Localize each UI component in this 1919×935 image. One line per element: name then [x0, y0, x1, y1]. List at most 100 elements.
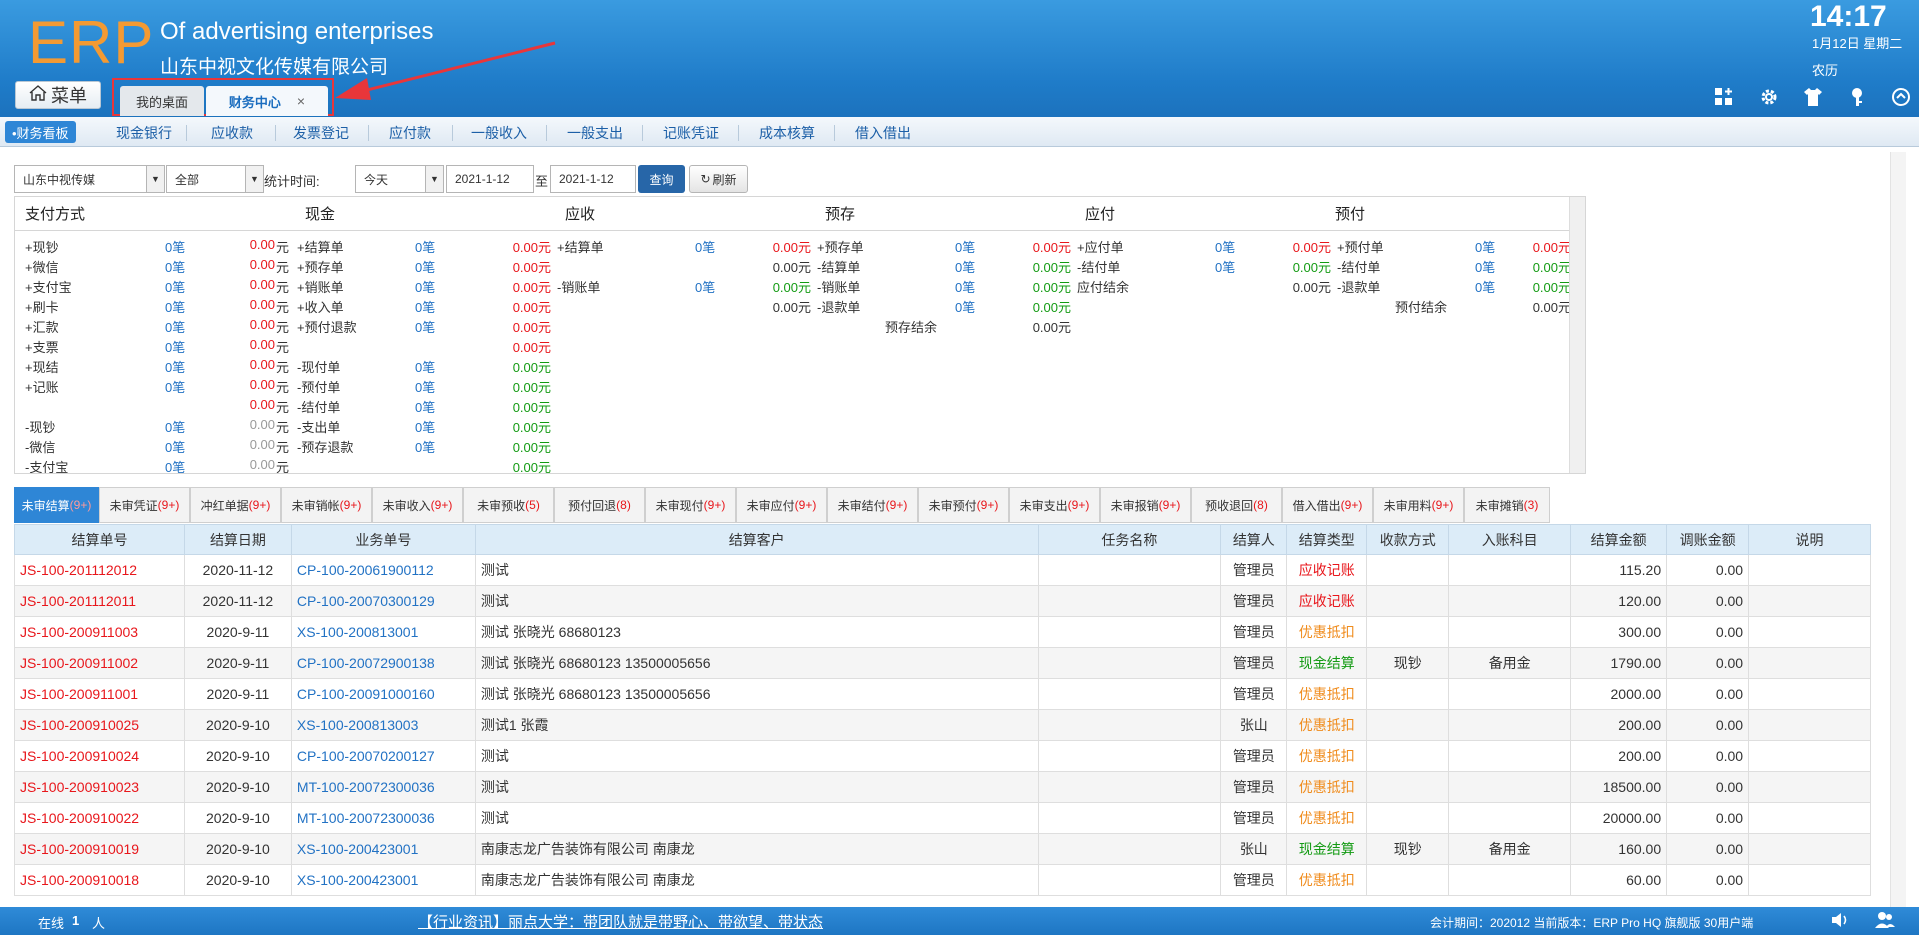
settlement-no-link[interactable]: JS-100-200910019: [14, 833, 185, 865]
tab-finance-center[interactable]: 财务中心 ×: [206, 86, 328, 116]
table-row[interactable]: JS-100-200910022 2020-9-10 MT-100-20072300…: [14, 802, 1871, 834]
shirt-icon[interactable]: [1802, 86, 1826, 110]
gear-icon[interactable]: [1758, 86, 1782, 110]
column-header[interactable]: 结算人: [1220, 524, 1288, 555]
business-no-link[interactable]: CP-100-20070200127: [290, 740, 476, 772]
subtab-item[interactable]: 未审预收 (5): [463, 487, 554, 523]
period-select[interactable]: 今天 ▼: [355, 165, 444, 193]
business-no-link[interactable]: MT-100-20072300036: [290, 802, 476, 834]
nav-cost-accounting[interactable]: 成本核算: [759, 123, 815, 143]
settlement-no-link[interactable]: JS-100-201112011: [14, 585, 185, 617]
business-no-link[interactable]: XS-100-200813001: [290, 616, 476, 648]
table-row[interactable]: JS-100-200910024 2020-9-10 CP-100-20070200…: [14, 740, 1871, 772]
add-widget-icon[interactable]: [1713, 86, 1737, 110]
page-scrollbar[interactable]: [1890, 152, 1906, 908]
subtab-item[interactable]: 预收退回 (8): [1191, 487, 1282, 523]
refresh-button[interactable]: ↻ 刷新: [689, 165, 748, 193]
column-header[interactable]: 入账科目: [1448, 524, 1572, 555]
refresh-icon: ↻: [700, 172, 711, 186]
column-header[interactable]: 说明: [1748, 524, 1871, 555]
users-icon[interactable]: [1874, 911, 1896, 932]
business-no-link[interactable]: XS-100-200813003: [290, 709, 476, 741]
nav-vouchers[interactable]: 记账凭证: [663, 123, 719, 143]
column-header[interactable]: 收款方式: [1366, 524, 1450, 555]
nav-divider: [368, 125, 369, 141]
subtab-item[interactable]: 未审现付 (9+): [645, 487, 736, 523]
scope-select[interactable]: 全部 ▼: [166, 165, 264, 193]
date-from-input[interactable]: 2021-1-12: [446, 165, 534, 193]
column-header[interactable]: 结算客户: [474, 524, 1039, 555]
column-header[interactable]: 结算单号: [14, 524, 185, 555]
subtab-item[interactable]: 未审结算 (9+): [14, 487, 99, 523]
lunar-calendar-link[interactable]: 农历: [1812, 60, 1838, 79]
business-no-link[interactable]: MT-100-20072300036: [290, 771, 476, 803]
table-row[interactable]: JS-100-200911001 2020-9-11 CP-100-20091000…: [14, 678, 1871, 710]
summary-payment-label: +支付宝: [25, 280, 72, 295]
column-header[interactable]: 业务单号: [290, 524, 476, 555]
speaker-icon[interactable]: [1830, 911, 1850, 932]
nav-general-expense[interactable]: 一般支出: [567, 123, 623, 143]
business-no-link[interactable]: CP-100-20072900138: [290, 647, 476, 679]
date-to-input[interactable]: 2021-1-12: [550, 165, 636, 193]
nav-invoice-register[interactable]: 发票登记: [293, 123, 349, 143]
column-header[interactable]: 调账金额: [1666, 524, 1750, 555]
nav-borrow-lend[interactable]: 借入借出: [855, 123, 911, 143]
business-no-link[interactable]: XS-100-200423001: [290, 864, 476, 896]
subtab-item[interactable]: 未审支出 (9+): [1009, 487, 1100, 523]
column-header[interactable]: 结算金额: [1570, 524, 1668, 555]
key-icon[interactable]: [1846, 86, 1870, 110]
collapse-up-icon[interactable]: [1890, 86, 1914, 110]
subtab-item[interactable]: 预付回退 (8): [554, 487, 645, 523]
settlement-no-link[interactable]: JS-100-200911001: [14, 678, 185, 710]
nav-general-income[interactable]: 一般收入: [471, 123, 527, 143]
tab-my-desktop[interactable]: 我的桌面: [120, 86, 204, 116]
subtab-item[interactable]: 未审凭证 (9+): [99, 487, 190, 523]
table-row[interactable]: JS-100-201112012 2020-11-12 CP-100-2006190…: [14, 554, 1871, 586]
subtab-item[interactable]: 未审报销 (9+): [1100, 487, 1191, 523]
subtab-item[interactable]: 未审摊销 (3): [1464, 487, 1550, 523]
business-no-link[interactable]: CP-100-20070300129: [290, 585, 476, 617]
query-button[interactable]: 查询: [638, 165, 685, 193]
nav-receivables[interactable]: 应收款: [211, 123, 253, 143]
column-header[interactable]: 结算日期: [183, 524, 292, 555]
summary-payment-count: 0笔: [165, 340, 186, 355]
settlement-no-link[interactable]: JS-100-200910022: [14, 802, 185, 834]
table-row[interactable]: JS-100-200910025 2020-9-10 XS-100-20081300…: [14, 709, 1871, 741]
news-ticker-link[interactable]: 【行业资讯】丽点大学：带团队就是带野心、带欲望、带状态: [418, 911, 823, 932]
settlement-no-link[interactable]: JS-100-200911003: [14, 616, 185, 648]
table-row[interactable]: JS-100-200910019 2020-9-10 XS-100-20042300…: [14, 833, 1871, 865]
business-no-link[interactable]: CP-100-20061900112: [290, 554, 476, 586]
table-row[interactable]: JS-100-200910023 2020-9-10 MT-100-20072300…: [14, 771, 1871, 803]
settlement-no-link[interactable]: JS-100-200910025: [14, 709, 185, 741]
table-row[interactable]: JS-100-201112011 2020-11-12 CP-100-2007030…: [14, 585, 1871, 617]
nav-finance-board[interactable]: •财务看板: [5, 121, 76, 143]
column-header[interactable]: 结算类型: [1286, 524, 1368, 555]
subtab-item[interactable]: 未审应付 (9+): [736, 487, 827, 523]
summary-scrollbar[interactable]: [1569, 197, 1585, 473]
table-row[interactable]: JS-100-200911003 2020-9-11 XS-100-20081300…: [14, 616, 1871, 648]
settlement-no-link[interactable]: JS-100-200910024: [14, 740, 185, 772]
subtab-item[interactable]: 未审收入 (9+): [372, 487, 463, 523]
settlement-no-link[interactable]: JS-100-200911002: [14, 647, 185, 679]
summary-cash-amount: 0.00元: [512, 280, 551, 295]
column-header[interactable]: 任务名称: [1037, 524, 1222, 555]
table-row[interactable]: JS-100-200910018 2020-9-10 XS-100-20042300…: [14, 864, 1871, 896]
subtab-item[interactable]: 未审预付 (9+): [918, 487, 1009, 523]
business-no-link[interactable]: XS-100-200423001: [290, 833, 476, 865]
table-row[interactable]: JS-100-200911002 2020-9-11 CP-100-20072900…: [14, 647, 1871, 679]
subtab-label: 未审凭证: [109, 498, 158, 513]
subtab-item[interactable]: 冲红单据 (9+): [190, 487, 281, 523]
nav-cash-bank[interactable]: 现金银行: [116, 123, 172, 143]
subtab-item[interactable]: 借入借出 (9+): [1282, 487, 1373, 523]
subtab-item[interactable]: 未审用料 (9+): [1373, 487, 1464, 523]
menu-button[interactable]: 菜单: [15, 81, 101, 109]
close-icon[interactable]: ×: [297, 93, 305, 109]
settlement-no-link[interactable]: JS-100-200910023: [14, 771, 185, 803]
business-no-link[interactable]: CP-100-20091000160: [290, 678, 476, 710]
subtab-item[interactable]: 未审结付 (9+): [827, 487, 918, 523]
nav-payables[interactable]: 应付款: [389, 123, 431, 143]
settlement-no-link[interactable]: JS-100-201112012: [14, 554, 185, 586]
settlement-no-link[interactable]: JS-100-200910018: [14, 864, 185, 896]
company-select[interactable]: 山东中视传媒 ▼: [14, 165, 165, 193]
subtab-item[interactable]: 未审销帐 (9+): [281, 487, 372, 523]
